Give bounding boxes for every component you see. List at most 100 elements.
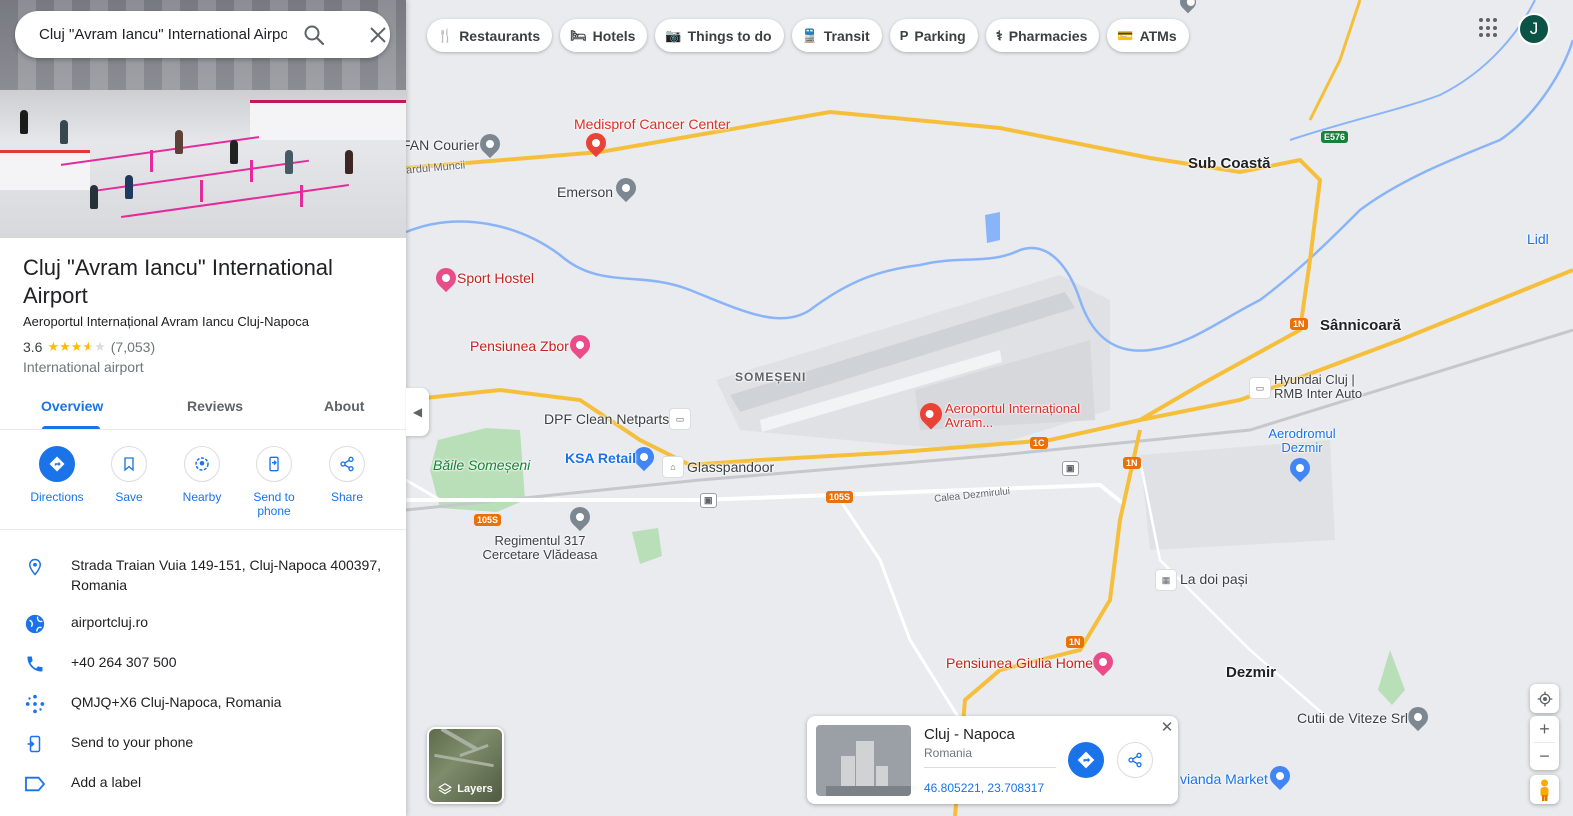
pharmacy-icon: ⚕	[995, 27, 1003, 43]
search-input[interactable]	[39, 26, 287, 43]
chip-parking[interactable]: P Parking	[889, 19, 978, 52]
transit-stop-icon[interactable]: ▣	[1062, 461, 1079, 476]
chip-atms[interactable]: 💳 ATMs	[1107, 19, 1189, 52]
road-shield-1n: 1N	[1290, 318, 1308, 330]
map-label-sport-hostel[interactable]: Sport Hostel	[457, 270, 534, 286]
chip-hotels[interactable]: 🛏 Hotels	[560, 19, 648, 52]
map-label-medisprof[interactable]: Medisprof Cancer Center	[574, 116, 730, 132]
collapse-panel-button[interactable]: ◀	[406, 388, 429, 436]
chip-label: Transit	[823, 27, 870, 44]
my-location-icon	[1537, 691, 1552, 706]
layers-icon	[438, 783, 453, 795]
nearby-button[interactable]: Nearby	[166, 446, 238, 504]
tab-about[interactable]: About	[324, 398, 364, 414]
map-label-hyundai[interactable]: Hyundai Cluj | RMB Inter Auto	[1274, 373, 1374, 401]
search-icon[interactable]	[302, 23, 326, 47]
apps-grid-icon[interactable]	[1479, 18, 1499, 38]
website-link[interactable]: airportcluj.ro	[71, 612, 391, 632]
business-icon[interactable]: ▭	[669, 408, 691, 430]
action-label: Directions	[30, 490, 84, 504]
map-label-dpf[interactable]: DPF Clean Netparts	[544, 411, 669, 427]
maps-app: FAN Courier ardul Muncii Medisprof Cance…	[0, 0, 1573, 816]
close-icon[interactable]: ✕	[1159, 720, 1175, 736]
tab-overview[interactable]: Overview	[41, 398, 103, 414]
card-coordinates[interactable]: 46.805221, 23.708317	[924, 781, 1044, 795]
lake	[985, 212, 1000, 243]
action-label: Send to phone	[253, 490, 295, 518]
business-icon[interactable]: ⌂	[662, 456, 684, 478]
action-buttons: Directions Save Nearby Send to phone Sha…	[0, 446, 406, 530]
camera-icon: 📷	[665, 27, 682, 43]
review-count[interactable]: (7,053)	[111, 339, 155, 355]
chip-pharmacies[interactable]: ⚕ Pharmacies	[985, 19, 1100, 52]
map-label-baile-someseni[interactable]: Băile Someșeni	[433, 457, 530, 473]
map-label-pensiunea-zbor[interactable]: Pensiunea Zbor	[470, 338, 569, 354]
park-area	[632, 528, 662, 564]
road-shield-1c: 1C	[1030, 437, 1048, 449]
map-label-pensiunea-giulia[interactable]: Pensiunea Giulia Home	[946, 655, 1093, 671]
chip-things-to-do[interactable]: 📷 Things to do	[655, 19, 784, 52]
add-label-text: Add a label	[71, 774, 142, 790]
close-icon[interactable]	[366, 23, 390, 47]
place-title: Cluj "Avram Iancu" International Airport	[23, 255, 333, 308]
road-shield-1n: 1N	[1066, 636, 1084, 648]
plus-code-icon	[22, 692, 48, 716]
chip-label: Parking	[914, 27, 966, 44]
send-to-phone-button[interactable]: Send to phone	[238, 446, 310, 518]
place-category[interactable]: International airport	[23, 359, 144, 375]
card-title[interactable]: Cluj - Napoca	[924, 726, 1015, 743]
street-view-thumbnail[interactable]	[816, 725, 911, 796]
my-location-button[interactable]	[1530, 684, 1559, 713]
map-label-fan-courier[interactable]: FAN Courier	[402, 137, 479, 153]
account-avatar[interactable]: J	[1518, 13, 1550, 45]
road-shield-105s: 105S	[826, 491, 854, 503]
map-label-emerson[interactable]: Emerson	[557, 184, 613, 200]
map-label-ksa-retail[interactable]: KSA Retail	[565, 450, 636, 466]
globe-icon	[22, 612, 48, 636]
map-label-cutii[interactable]: Cutii de Viteze Srl	[1297, 710, 1408, 726]
map-label-la-doi-pasi[interactable]: La doi pași	[1180, 571, 1248, 587]
map-label-vianda[interactable]: vianda Market	[1180, 771, 1268, 787]
chip-restaurants[interactable]: 🍴 Restaurants	[427, 19, 553, 52]
directions-icon	[39, 446, 75, 482]
rating-row[interactable]: 3.6 ★★★★★ (7,053)	[23, 339, 155, 355]
tab-reviews[interactable]: Reviews	[187, 398, 243, 414]
store-icon[interactable]: ▦	[1155, 569, 1177, 591]
map-label-glasspandoor[interactable]: Glasspandoor	[687, 459, 774, 475]
map-label-sub-coasta: Sub Coastă	[1188, 155, 1271, 172]
map-label-lidl[interactable]: Lidl	[1527, 231, 1549, 247]
car-dealer-icon[interactable]: ▭	[1249, 377, 1271, 399]
map-label-aeroportul[interactable]: Aeroportul Internațional Avram...	[945, 402, 1085, 430]
action-label: Save	[115, 490, 143, 504]
card-share-button[interactable]	[1117, 742, 1153, 778]
search-box[interactable]	[15, 11, 390, 58]
active-tab-indicator	[42, 426, 100, 429]
road-shield-1n: 1N	[1123, 457, 1141, 469]
card-subtitle: Romania	[924, 746, 973, 760]
action-label: Nearby	[182, 490, 222, 504]
share-icon	[329, 446, 365, 482]
location-pin-icon	[22, 555, 48, 579]
share-button[interactable]: Share	[311, 446, 383, 504]
map-label-sannicoara: Sânnicoară	[1320, 317, 1401, 334]
card-directions-button[interactable]	[1068, 742, 1104, 778]
map-label-regimentul[interactable]: Regimentul 317 Cercetare Vlădeasa	[480, 534, 600, 562]
transit-stop-icon[interactable]: ▣	[700, 493, 717, 508]
chevron-left-icon: ◀	[412, 405, 423, 419]
place-native-name: Aeroportul Internațional Avram Iancu Clu…	[23, 314, 309, 329]
directions-button[interactable]: Directions	[21, 446, 93, 504]
street-view-pegman[interactable]	[1530, 775, 1559, 804]
save-button[interactable]: Save	[93, 446, 165, 504]
zoom-out-icon[interactable]: −	[1539, 743, 1550, 770]
plus-code-text: QMJQ+X6 Cluj-Napoca, Romania	[71, 694, 282, 710]
phone-icon	[22, 652, 48, 676]
phone-number[interactable]: +40 264 307 500	[71, 652, 391, 672]
chip-transit[interactable]: 🚆 Transit	[791, 19, 882, 52]
location-preview-card[interactable]: Cluj - Napoca Romania 46.805221, 23.7083…	[807, 716, 1178, 804]
layers-button[interactable]: Layers	[427, 727, 504, 804]
zoom-in-icon[interactable]: +	[1534, 716, 1555, 743]
transit-icon: 🚆	[801, 27, 818, 43]
pegman-icon	[1540, 779, 1549, 801]
nearby-icon	[184, 446, 220, 482]
map-label-aerodromul[interactable]: Aerodromul Dezmir	[1262, 427, 1342, 455]
